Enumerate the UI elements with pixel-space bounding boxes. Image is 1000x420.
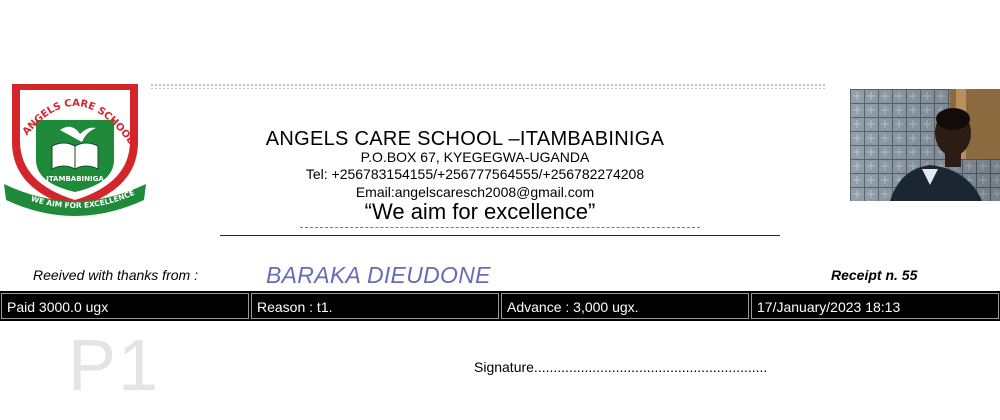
header-divider (220, 235, 780, 236)
school-telephone: Tel: +256783154155/+256777564555/+256782… (305, 166, 645, 182)
school-po-box: P.O.BOX 67, KYEGEGWA-UGANDA (360, 149, 590, 165)
paid-amount: Paid 3000.0 ugx (1, 293, 249, 319)
advance-amount: Advance : 3,000 ugx. (501, 293, 749, 319)
logo-center-text: ITAMBABINIGA (46, 175, 104, 183)
class-watermark: P1 (68, 326, 161, 406)
school-logo: ANGELS CARE SCHOOLS ITAMBABINIGA WE AIM … (0, 64, 150, 217)
received-from-label: Reeived with thanks from : (33, 267, 198, 283)
header-dashed-rule (300, 227, 700, 228)
payment-details-bar: Paid 3000.0 ugx Reason : t1. Advance : 3… (0, 291, 1000, 321)
payment-date: 17/January/2023 18:13 (751, 293, 999, 319)
school-email: Email:angelscaresch2008@gmail.com (355, 184, 595, 200)
school-motto: “We aim for excellence” (364, 199, 596, 224)
receipt-number: Receipt n. 55 (831, 267, 918, 283)
student-photo (850, 89, 1000, 201)
decorative-dotted-band (150, 83, 826, 89)
payer-name: BARAKA DIEUDONE (266, 262, 491, 288)
school-name: ANGELS CARE SCHOOL –ITAMBABINIGA (265, 128, 665, 150)
signature-line: Signature...............................… (474, 359, 768, 375)
payment-reason: Reason : t1. (251, 293, 499, 319)
